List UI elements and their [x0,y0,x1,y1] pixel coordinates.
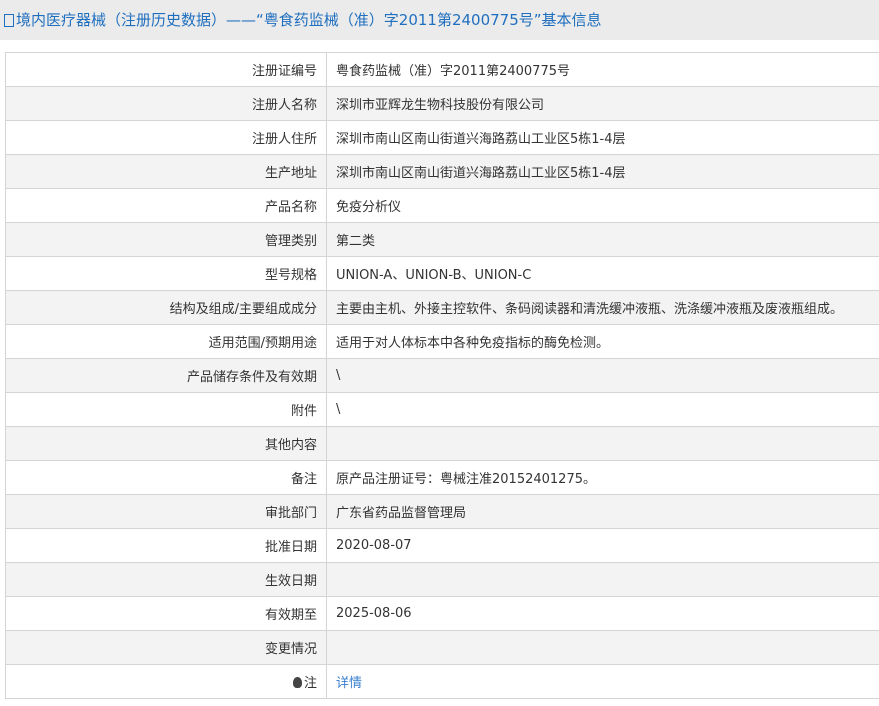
field-value: 原产品注册证号：粤械注准20152401275。 [326,460,879,495]
table-row: 批准日期 2020-08-07 [5,528,879,563]
field-value: \ [326,392,879,427]
table-row: 变更情况 [5,630,879,665]
field-value: 深圳市南山区南山街道兴海路荔山工业区5栋1-4层 [326,120,879,155]
field-value: 深圳市南山区南山街道兴海路荔山工业区5栋1-4层 [326,154,879,189]
field-label: 附件 [5,392,327,427]
field-label: 注 [5,664,327,699]
table-row: 注册人住所 深圳市南山区南山街道兴海路荔山工业区5栋1-4层 [5,120,879,155]
field-label: 备注 [5,460,327,495]
table-row: 注册人名称 深圳市亚辉龙生物科技股份有限公司 [5,86,879,121]
table-row: 产品储存条件及有效期 \ [5,358,879,393]
field-label: 适用范围/预期用途 [5,324,327,359]
field-label: 注册证编号 [5,52,327,87]
page-title: 境内医疗器械（注册历史数据）——“粤食药监械（准）字2011第2400775号”… [0,0,879,40]
table-row: 产品名称 免疫分析仪 [5,188,879,223]
field-label: 型号规格 [5,256,327,291]
page-title-text: 境内医疗器械（注册历史数据）——“粤食药监械（准）字2011第2400775号”… [16,11,602,29]
field-value: 深圳市亚辉龙生物科技股份有限公司 [326,86,879,121]
table-row: 审批部门 广东省药品监督管理局 [5,494,879,529]
field-value [326,562,879,597]
field-label: 批准日期 [5,528,327,563]
table-row: 结构及组成/主要组成成分 主要由主机、外接主控软件、条码阅读器和清洗缓冲液瓶、洗涤… [5,290,879,325]
field-value: 免疫分析仪 [326,188,879,223]
field-value: 第二类 [326,222,879,257]
table-row: 型号规格 UNION-A、UNION-B、UNION-C [5,256,879,291]
details-link[interactable]: 详情 [336,676,362,691]
document-icon [4,14,14,27]
field-label: 其他内容 [5,426,327,461]
field-value: 2025-08-06 [326,596,879,631]
info-table: 注册证编号 粤食药监械（准）字2011第2400775号 注册人名称 深圳市亚辉龙生物… [5,52,879,699]
table-row-note: 注 详情 [5,664,879,699]
field-label: 生产地址 [5,154,327,189]
table-row: 管理类别 第二类 [5,222,879,257]
field-label: 结构及组成/主要组成成分 [5,290,327,325]
table-row: 其他内容 [5,426,879,461]
field-value: 主要由主机、外接主控软件、条码阅读器和清洗缓冲液瓶、洗涤缓冲液瓶及废液瓶组成。 [326,290,879,325]
table-row: 备注 原产品注册证号：粤械注准20152401275。 [5,460,879,495]
field-value: UNION-A、UNION-B、UNION-C [326,256,879,291]
field-value: 适用于对人体标本中各种免疫指标的酶免检测。 [326,324,879,359]
field-value: 详情 [326,664,879,699]
field-label: 产品储存条件及有效期 [5,358,327,393]
field-value: 广东省药品监督管理局 [326,494,879,529]
field-label: 产品名称 [5,188,327,223]
field-label: 有效期至 [5,596,327,631]
table-row: 适用范围/预期用途 适用于对人体标本中各种免疫指标的酶免检测。 [5,324,879,359]
field-label: 审批部门 [5,494,327,529]
field-value: 粤食药监械（准）字2011第2400775号 [326,52,879,87]
field-label: 注册人住所 [5,120,327,155]
lightbulb-icon [292,677,302,688]
field-label: 注册人名称 [5,86,327,121]
table-row: 有效期至 2025-08-06 [5,596,879,631]
field-value [326,426,879,461]
note-label: 注 [303,676,317,691]
field-label: 生效日期 [5,562,327,597]
table-row: 附件 \ [5,392,879,427]
field-value: 2020-08-07 [326,528,879,563]
table-row: 生效日期 [5,562,879,597]
field-value: \ [326,358,879,393]
table-row: 注册证编号 粤食药监械（准）字2011第2400775号 [5,52,879,87]
field-value [326,630,879,665]
field-label: 变更情况 [5,630,327,665]
table-row: 生产地址 深圳市南山区南山街道兴海路荔山工业区5栋1-4层 [5,154,879,189]
field-label: 管理类别 [5,222,327,257]
